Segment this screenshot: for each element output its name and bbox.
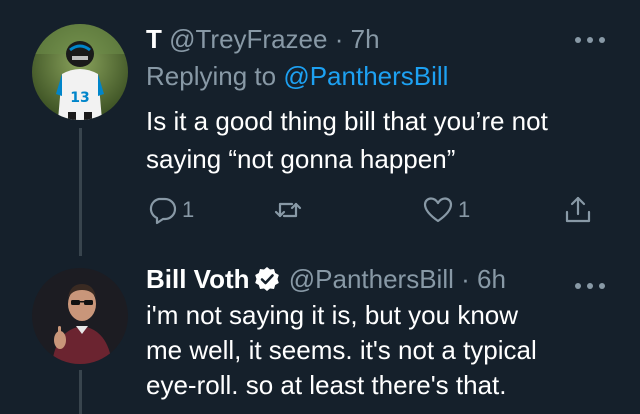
thread-line	[79, 370, 82, 414]
tweet-text: i'm not saying it is, but you know me we…	[146, 298, 612, 403]
tweet-content: T @TreyFrazee · 7h Replying to @Panthers…	[146, 22, 612, 178]
tweet-actions: 1 1	[146, 190, 606, 230]
display-name[interactable]: Bill Voth	[146, 264, 250, 294]
tweet-header: T @TreyFrazee · 7h	[146, 22, 612, 56]
reply-button[interactable]: 1	[146, 190, 194, 230]
heart-icon	[423, 197, 453, 223]
replying-to: Replying to @PanthersBill	[146, 58, 612, 94]
handle[interactable]: @TreyFrazee	[169, 24, 327, 54]
share-icon	[565, 196, 591, 223]
like-count: 1	[458, 197, 471, 222]
like-button[interactable]: 1	[422, 190, 470, 230]
tweet-text-line: me well, it seems. it's not a typical	[146, 335, 537, 365]
verified-badge-icon	[254, 267, 279, 291]
retweet-icon	[274, 202, 302, 218]
tweet-trey-frazee[interactable]: 13 T @TreyFrazee · 7h Replying to @Panth…	[0, 0, 640, 256]
tweet-text: Is it a good thing bill that you’re not …	[146, 102, 612, 178]
mention-link[interactable]: @PanthersBill	[283, 61, 448, 91]
thread-line	[79, 128, 82, 256]
replying-prefix: Replying to	[146, 61, 277, 91]
tweet-text-line: i'm not saying it is, but you know	[146, 300, 519, 330]
tweet-text-line: eye-roll. so at least there's that.	[146, 370, 507, 400]
tweet-header: Bill Voth @PanthersBill · 6h	[146, 262, 612, 296]
handle[interactable]: @PanthersBill	[289, 264, 454, 294]
svg-text:13: 13	[70, 90, 89, 106]
tweet-content: Bill Voth @PanthersBill · 6h i'm not say…	[146, 262, 612, 403]
separator: ·	[461, 264, 470, 294]
retweet-button[interactable]	[272, 190, 308, 230]
separator: ·	[334, 24, 344, 54]
share-button[interactable]	[562, 190, 594, 230]
display-name[interactable]: T	[146, 24, 162, 54]
avatar-trey-frazee[interactable]: 13	[32, 24, 128, 120]
timestamp[interactable]: 6h	[477, 264, 506, 294]
reply-bubble-icon	[149, 197, 177, 225]
tweet-text-line: saying “not gonna happen”	[146, 144, 456, 174]
reply-count: 1	[182, 197, 195, 222]
avatar-bill-voth[interactable]	[32, 268, 128, 364]
more-dots-icon[interactable]	[568, 30, 612, 50]
more-dots-icon[interactable]	[568, 276, 612, 296]
tweet-text-line: Is it a good thing bill that you’re not	[146, 106, 548, 136]
tweet-bill-voth[interactable]: Bill Voth @PanthersBill · 6h i'm not say…	[0, 256, 640, 414]
timestamp[interactable]: 7h	[351, 24, 380, 54]
